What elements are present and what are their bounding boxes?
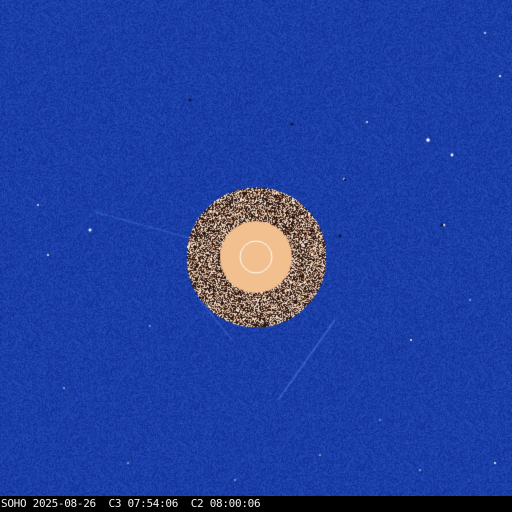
- caption-bar: SOHO 2025-08-26 C3 07:54:06 C2 08:00:06: [0, 496, 512, 512]
- coronagraph-image: [0, 0, 512, 496]
- caption-c2-time: C2 08:00:06: [190, 497, 261, 510]
- coronagraph-frame: SOHO 2025-08-26 C3 07:54:06 C2 08:00:06: [0, 0, 512, 512]
- caption-text: SOHO 2025-08-26 C3 07:54:06 C2 08:00:06: [1, 497, 261, 511]
- caption-date: 2025-08-26: [32, 497, 97, 510]
- caption-c3-time: C3 07:54:06: [108, 497, 179, 510]
- caption-observatory: SOHO: [1, 497, 27, 510]
